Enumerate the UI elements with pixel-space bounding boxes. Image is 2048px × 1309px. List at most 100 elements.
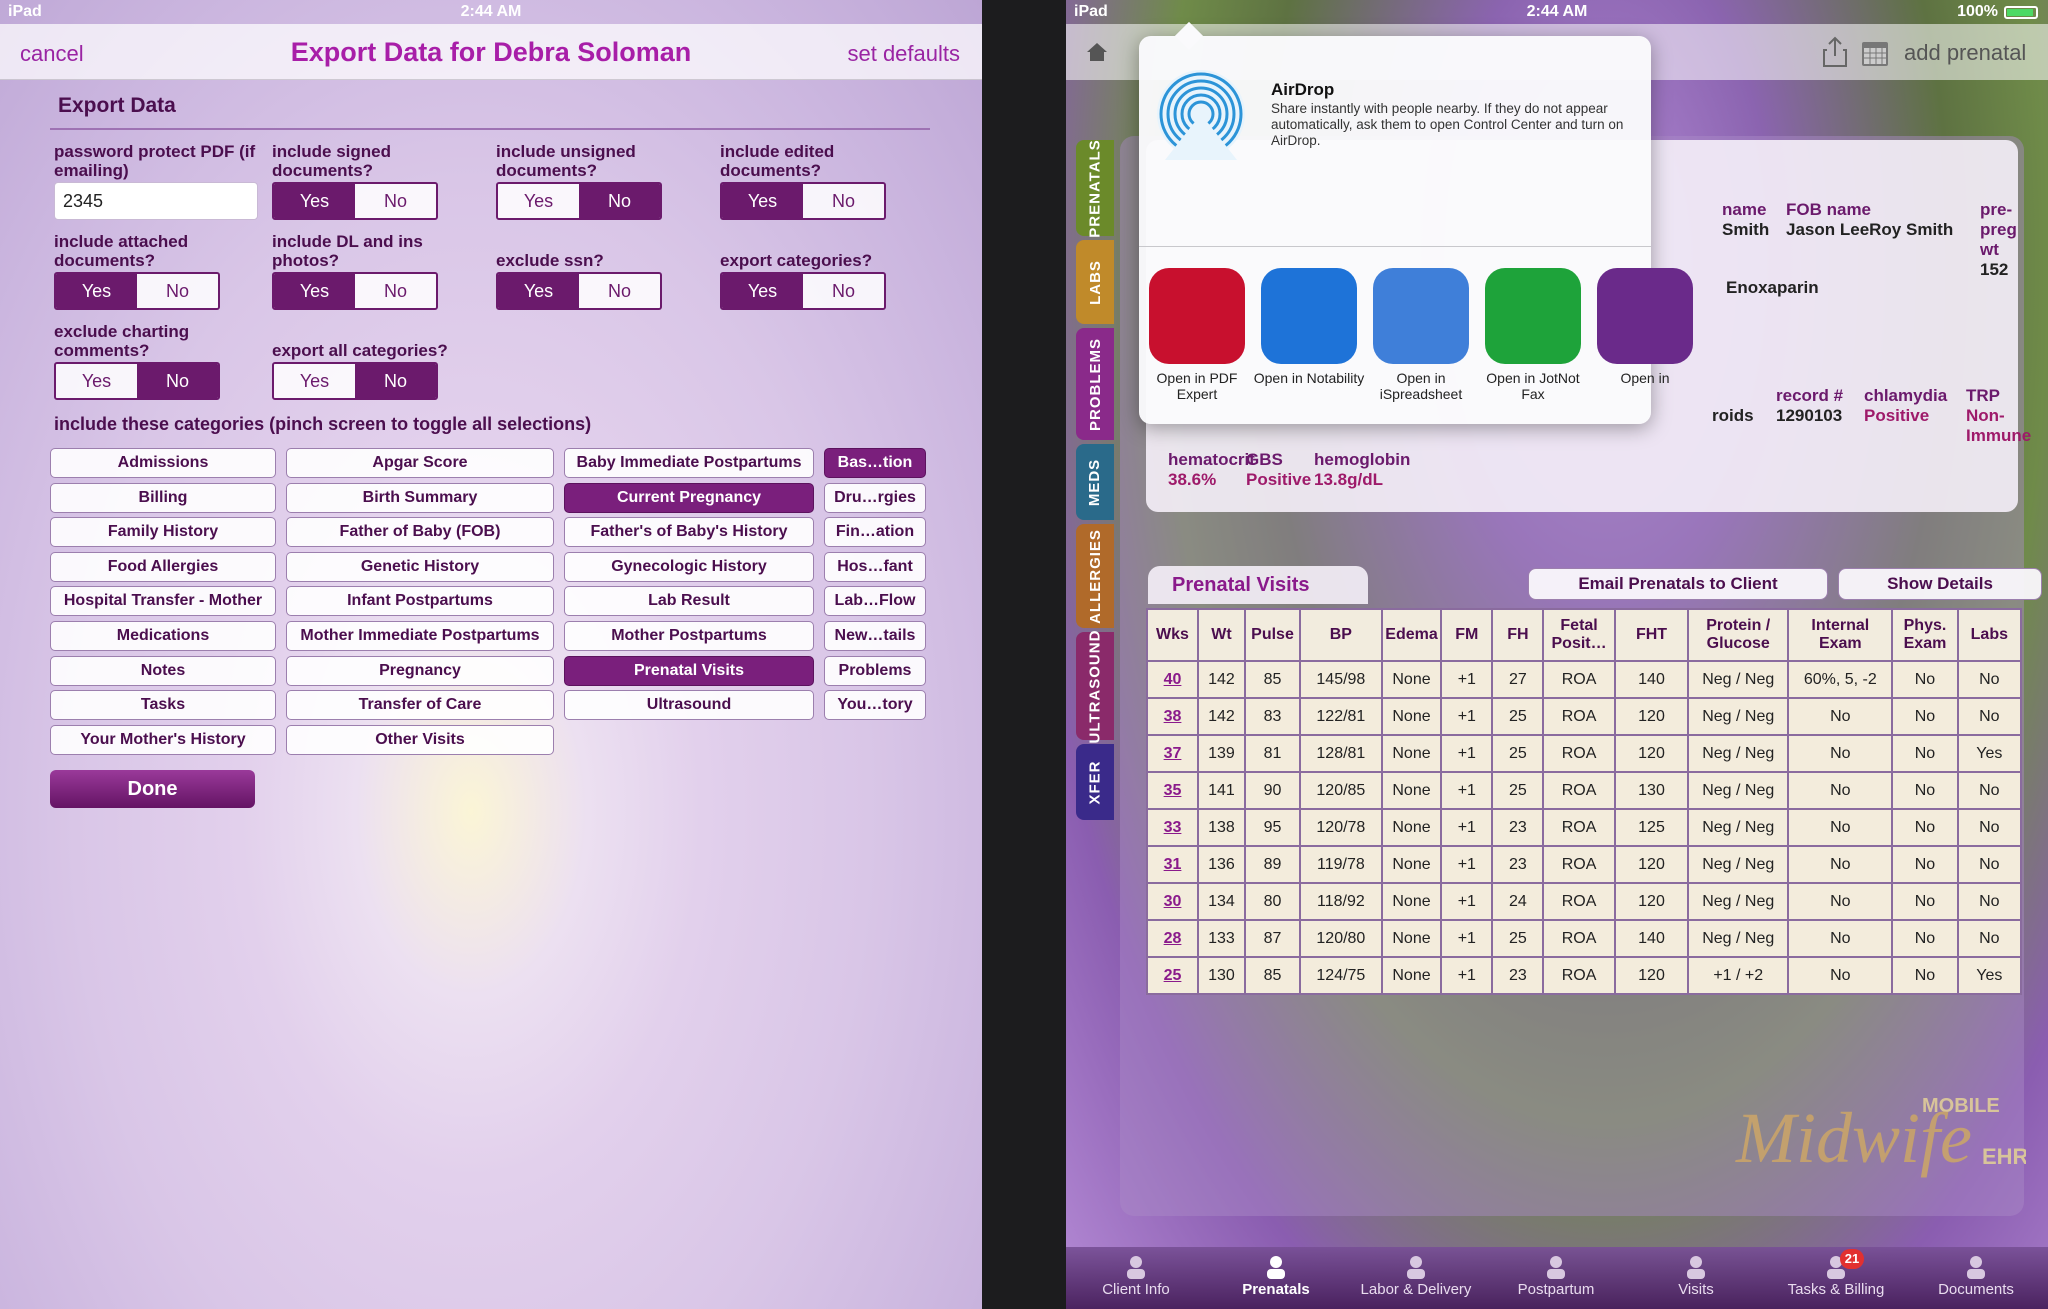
- no-segment[interactable]: No: [579, 184, 660, 218]
- table-row[interactable]: 35 141 90 120/85 None +1 25 ROA 130 Neg / Neg No No…: [1145, 771, 2023, 810]
- category-toggle[interactable]: Transfer of Care: [286, 690, 554, 721]
- no-segment[interactable]: No: [137, 364, 218, 398]
- category-toggle[interactable]: New…tails: [824, 621, 926, 651]
- side-tab[interactable]: PROBLEMS: [1076, 328, 1114, 440]
- category-toggle[interactable]: Food Allergies: [50, 551, 276, 582]
- tab-file-cabinet[interactable]: Documents: [1906, 1247, 2046, 1309]
- side-tab[interactable]: LABS: [1076, 240, 1114, 324]
- jotnot-fax-icon[interactable]: [1485, 268, 1581, 364]
- category-toggle[interactable]: Lab…Flow: [824, 586, 926, 617]
- category-toggle[interactable]: You…tory: [824, 690, 926, 721]
- category-toggle[interactable]: Pregnancy: [286, 655, 554, 686]
- yes-segment[interactable]: Yes: [498, 274, 579, 308]
- visit-week-link[interactable]: 40: [1164, 671, 1182, 688]
- add-prenatal-button[interactable]: add prenatal: [1904, 40, 2026, 66]
- visit-week-link[interactable]: 25: [1164, 967, 1182, 984]
- category-toggle[interactable]: Billing: [50, 482, 276, 513]
- yes-segment[interactable]: Yes: [722, 184, 803, 218]
- category-toggle[interactable]: Medications: [50, 621, 276, 651]
- category-toggle[interactable]: Hospital Transfer - Mother: [50, 586, 276, 617]
- category-toggle[interactable]: Father of Baby (FOB): [286, 517, 554, 548]
- category-toggle[interactable]: Father's of Baby's History: [564, 517, 814, 548]
- category-toggle[interactable]: Hos…fant: [824, 551, 926, 582]
- yes-segment[interactable]: Yes: [722, 274, 803, 308]
- category-toggle[interactable]: Mother Postpartums: [564, 621, 814, 651]
- visit-week-link[interactable]: 31: [1164, 856, 1182, 873]
- tab-heartbeat[interactable]: Prenatals: [1206, 1247, 1346, 1309]
- category-toggle[interactable]: Birth Summary: [286, 482, 554, 513]
- table-row[interactable]: 31 136 89 119/78 None +1 23 ROA 120 Neg / Neg No No…: [1145, 845, 2023, 884]
- clock: 2:44 AM: [460, 3, 522, 20]
- visit-week-link[interactable]: 35: [1164, 782, 1182, 799]
- category-toggle[interactable]: Dru…rgies: [824, 482, 926, 513]
- category-toggle[interactable]: Genetic History: [286, 551, 554, 582]
- category-toggle[interactable]: Prenatal Visits: [564, 655, 814, 686]
- notability-icon[interactable]: [1261, 268, 1357, 364]
- tab-person[interactable]: Client Info: [1066, 1247, 1206, 1309]
- share-icon[interactable]: [1822, 36, 1848, 68]
- category-toggle[interactable]: Bas…tion: [824, 448, 926, 478]
- tab-medical-bag[interactable]: Visits: [1626, 1247, 1766, 1309]
- visit-week-link[interactable]: 37: [1164, 745, 1182, 762]
- category-toggle[interactable]: Problems: [824, 655, 926, 686]
- yes-segment[interactable]: Yes: [56, 274, 137, 308]
- table-row[interactable]: 33 138 95 120/78 None +1 23 ROA 125 Neg / Neg No No…: [1145, 808, 2023, 847]
- category-toggle[interactable]: Lab Result: [564, 586, 814, 617]
- category-toggle[interactable]: Current Pregnancy: [564, 482, 814, 513]
- category-toggle[interactable]: Your Mother's History: [50, 724, 276, 755]
- no-segment[interactable]: No: [803, 274, 884, 308]
- visit-week-link[interactable]: 28: [1164, 930, 1182, 947]
- category-toggle[interactable]: Baby Immediate Postpartums: [564, 448, 814, 478]
- category-toggle[interactable]: Tasks: [50, 690, 276, 721]
- tab-inbox[interactable]: Tasks & Billing 21: [1766, 1247, 1906, 1309]
- tab-house[interactable]: Postpartum: [1486, 1247, 1626, 1309]
- password-input[interactable]: [54, 182, 258, 220]
- category-toggle[interactable]: Notes: [50, 655, 276, 686]
- category-toggle[interactable]: Admissions: [50, 448, 276, 478]
- set-defaults-button[interactable]: set defaults: [847, 41, 960, 67]
- table-row[interactable]: 28 133 87 120/80 None +1 25 ROA 140 Neg / Neg No No…: [1145, 919, 2023, 958]
- show-details-button[interactable]: Show Details: [1838, 568, 2042, 600]
- airdrop-icon[interactable]: [1155, 68, 1247, 160]
- yes-segment[interactable]: Yes: [274, 184, 355, 218]
- side-tab[interactable]: XFER: [1076, 744, 1114, 820]
- category-toggle[interactable]: Apgar Score: [286, 448, 554, 478]
- no-segment[interactable]: No: [137, 274, 218, 308]
- email-prenatals-button[interactable]: Email Prenatals to Client: [1528, 568, 1828, 600]
- yes-segment[interactable]: Yes: [56, 364, 137, 398]
- no-segment[interactable]: No: [355, 184, 436, 218]
- side-tab[interactable]: MEDS: [1076, 444, 1114, 520]
- yes-segment[interactable]: Yes: [274, 364, 355, 398]
- category-toggle[interactable]: Family History: [50, 517, 276, 548]
- category-toggle[interactable]: Gynecologic History: [564, 551, 814, 582]
- home-icon[interactable]: [1086, 42, 1108, 62]
- category-toggle[interactable]: Ultrasound: [564, 690, 814, 721]
- category-toggle[interactable]: Fin…ation: [824, 517, 926, 548]
- pdf-expert-icon[interactable]: [1149, 268, 1245, 364]
- table-row[interactable]: 25 130 85 124/75 None +1 23 ROA 120 +1 / +2 No No Ye…: [1145, 956, 2023, 995]
- ispreadsheet-icon[interactable]: [1373, 268, 1469, 364]
- calendar-icon[interactable]: [1860, 38, 1890, 68]
- no-segment[interactable]: No: [579, 274, 660, 308]
- no-segment[interactable]: No: [355, 364, 436, 398]
- table-row[interactable]: 30 134 80 118/92 None +1 24 ROA 120 Neg / Neg No No…: [1145, 882, 2023, 921]
- side-tab[interactable]: PRENATALS: [1076, 139, 1114, 237]
- side-tab[interactable]: ULTRASOUND: [1076, 629, 1114, 743]
- table-row[interactable]: 38 142 83 122/81 None +1 25 ROA 120 Neg / Neg No No…: [1145, 697, 2023, 736]
- no-segment[interactable]: No: [355, 274, 436, 308]
- done-button[interactable]: Done: [50, 770, 255, 808]
- visit-week-link[interactable]: 38: [1164, 708, 1182, 725]
- table-row[interactable]: 40 142 85 145/98 None +1 27 ROA 140 Neg / Neg 60%,…: [1145, 660, 2023, 699]
- side-tab[interactable]: ALLERGIES: [1076, 524, 1114, 628]
- yes-segment[interactable]: Yes: [274, 274, 355, 308]
- category-toggle[interactable]: Other Visits: [286, 724, 554, 755]
- category-toggle[interactable]: Mother Immediate Postpartums: [286, 621, 554, 651]
- yes-segment[interactable]: Yes: [498, 184, 579, 218]
- tab-baby[interactable]: Labor & Delivery: [1346, 1247, 1486, 1309]
- visit-week-link[interactable]: 33: [1164, 819, 1182, 836]
- no-segment[interactable]: No: [803, 184, 884, 218]
- category-toggle[interactable]: Infant Postpartums: [286, 586, 554, 617]
- visit-week-link[interactable]: 30: [1164, 893, 1182, 910]
- app-icon[interactable]: [1597, 268, 1693, 364]
- table-row[interactable]: 37 139 81 128/81 None +1 25 ROA 120 Neg / Neg No No…: [1145, 734, 2023, 773]
